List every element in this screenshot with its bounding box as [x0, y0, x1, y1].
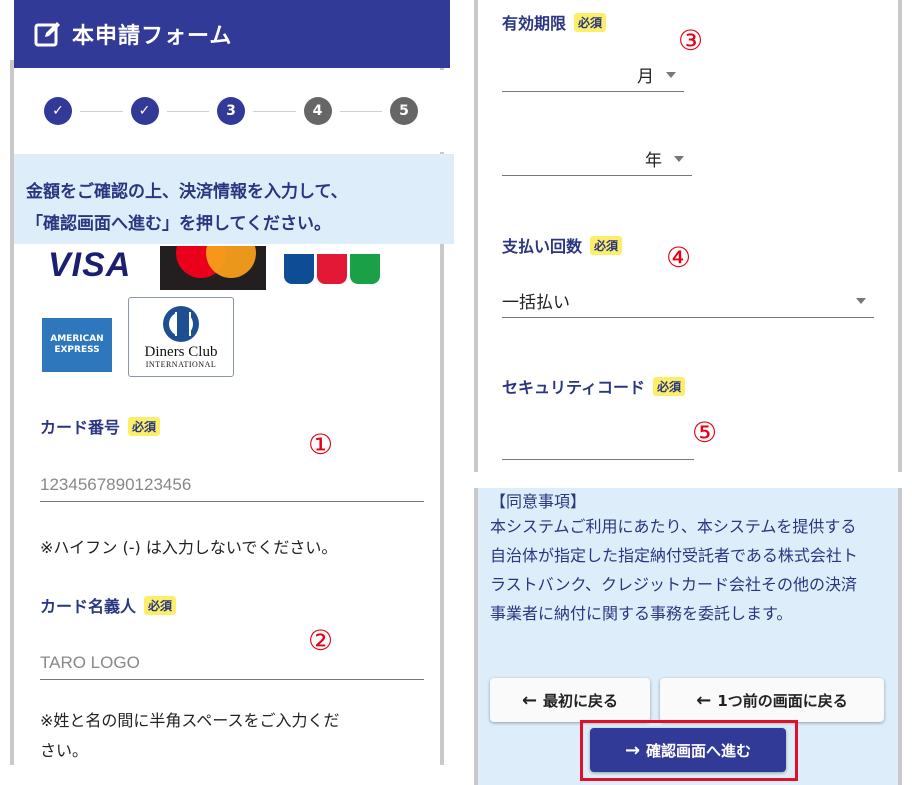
- payment-details-panel: 有効期限 必須 ③ 月 年 支払い回数 必須 ④ 一括払い セキュリティコード …: [474, 0, 902, 472]
- left-panel: 本申請フォーム ✓ ✓ 3 4 5 金額をご確認の上、決済情報を入力して、 「確…: [0, 0, 454, 785]
- amex-text-1: AMERICAN: [50, 334, 104, 344]
- expiry-month-value: 月: [637, 67, 654, 87]
- installments-value: 一括払い: [502, 293, 570, 313]
- card-number-placeholder: 1234567890123456: [40, 475, 192, 494]
- agreement-body: 本システムご利用にあたり、本システムを提供する自治体が指定した指定納付受託者であ…: [490, 517, 858, 623]
- diners-club-logo: Diners Club INTERNATIONAL: [128, 297, 234, 377]
- card-holder-help-1: ※姓と名の間に半角スペースをご入力くだ: [40, 711, 340, 730]
- edit-icon: [34, 22, 60, 47]
- diners-name: Diners Club: [144, 343, 218, 360]
- proceed-to-confirm-label: 確認画面へ進む: [646, 741, 752, 760]
- card-number-input[interactable]: 1234567890123456: [40, 468, 424, 502]
- back-one-screen-button[interactable]: ← 1つ前の画面に戻る: [660, 678, 884, 722]
- security-code-label: セキュリティコード 必須: [502, 374, 686, 398]
- installments-select[interactable]: 一括払い: [502, 284, 874, 318]
- dropdown-arrow-icon: [856, 297, 866, 304]
- form-header: 本申請フォーム: [14, 0, 450, 68]
- card-number-label-text: カード番号: [40, 418, 121, 437]
- card-holder-input[interactable]: TARO LOGO: [40, 646, 424, 680]
- expiry-label-text: 有効期限: [502, 14, 567, 33]
- expiry-year-value: 年: [645, 151, 662, 171]
- step-3-current: 3: [217, 97, 245, 125]
- back-one-screen-label: 1つ前の画面に戻る: [717, 691, 848, 710]
- installments-label-text: 支払い回数: [502, 237, 583, 256]
- step-connector: [339, 110, 382, 112]
- expiry-month-select[interactable]: 月: [502, 58, 684, 92]
- step-5: 5: [390, 97, 418, 125]
- required-badge: 必須: [653, 376, 686, 396]
- card-holder-label-text: カード名義人: [40, 597, 137, 616]
- step-connector: [166, 110, 209, 112]
- step-number: 4: [312, 103, 323, 119]
- notice-line-1: 金額をご確認の上、決済情報を入力して、: [26, 182, 348, 202]
- security-code-input[interactable]: [502, 426, 694, 460]
- step-connector: [80, 110, 123, 112]
- notice-line-2: 「確認画面へ進む」を押してください。: [26, 214, 331, 234]
- jcb-logo: [284, 254, 380, 284]
- card-brand-logos: VISA: [40, 246, 400, 292]
- progress-stepper: ✓ ✓ 3 4 5: [14, 70, 448, 152]
- card-number-help: ※ハイフン (-) は入力しないでください。: [40, 538, 338, 557]
- dropdown-arrow-icon: [666, 71, 676, 78]
- diners-emblem: [163, 305, 199, 342]
- marker-4: ④: [666, 241, 692, 274]
- amex-text-2: EXPRESS: [54, 345, 100, 355]
- required-badge: 必須: [574, 12, 607, 32]
- back-to-first-label: 最初に戻る: [543, 691, 619, 710]
- required-badge: 必須: [128, 416, 161, 436]
- arrow-left-icon: ←: [521, 689, 538, 711]
- marker-3: ③: [678, 24, 704, 57]
- required-badge: 必須: [590, 235, 623, 255]
- expiry-year-select[interactable]: 年: [502, 142, 692, 176]
- card-holder-label: カード名義人 必須: [40, 593, 177, 617]
- step-connector: [253, 110, 296, 112]
- dropdown-arrow-icon: [674, 155, 684, 162]
- step-number: 5: [399, 103, 409, 119]
- form-title: 本申請フォーム: [72, 24, 233, 49]
- marker-1: ①: [308, 428, 334, 461]
- arrow-left-icon: ←: [696, 689, 712, 711]
- card-holder-help-2: さい。: [40, 741, 89, 760]
- arrow-right-icon: →: [624, 739, 641, 761]
- required-badge: 必須: [144, 595, 177, 615]
- card-holder-placeholder: TARO LOGO: [40, 653, 140, 672]
- mastercard-logo: [160, 246, 266, 290]
- amex-logo: AMERICAN EXPRESS: [42, 318, 112, 372]
- back-to-first-button[interactable]: ← 最初に戻る: [490, 678, 650, 722]
- installments-label: 支払い回数 必須: [502, 233, 623, 257]
- diners-sub: INTERNATIONAL: [145, 359, 217, 369]
- marker-5: ⑤: [692, 416, 718, 449]
- instruction-notice: 金額をご確認の上、決済情報を入力して、 「確認画面へ進む」を押してください。: [14, 154, 454, 244]
- step-number: 3: [226, 103, 236, 119]
- step-4: 4: [303, 97, 332, 125]
- security-code-label-text: セキュリティコード: [502, 378, 646, 397]
- expiry-label: 有効期限 必須: [502, 10, 607, 34]
- step-1-done: ✓: [44, 97, 72, 125]
- step-2-done: ✓: [130, 97, 159, 125]
- proceed-to-confirm-button[interactable]: → 確認画面へ進む: [590, 728, 786, 772]
- check-icon: ✓: [52, 103, 64, 119]
- card-number-label: カード番号 必須: [40, 414, 161, 438]
- check-icon: ✓: [138, 103, 151, 119]
- visa-logo: VISA: [48, 246, 132, 284]
